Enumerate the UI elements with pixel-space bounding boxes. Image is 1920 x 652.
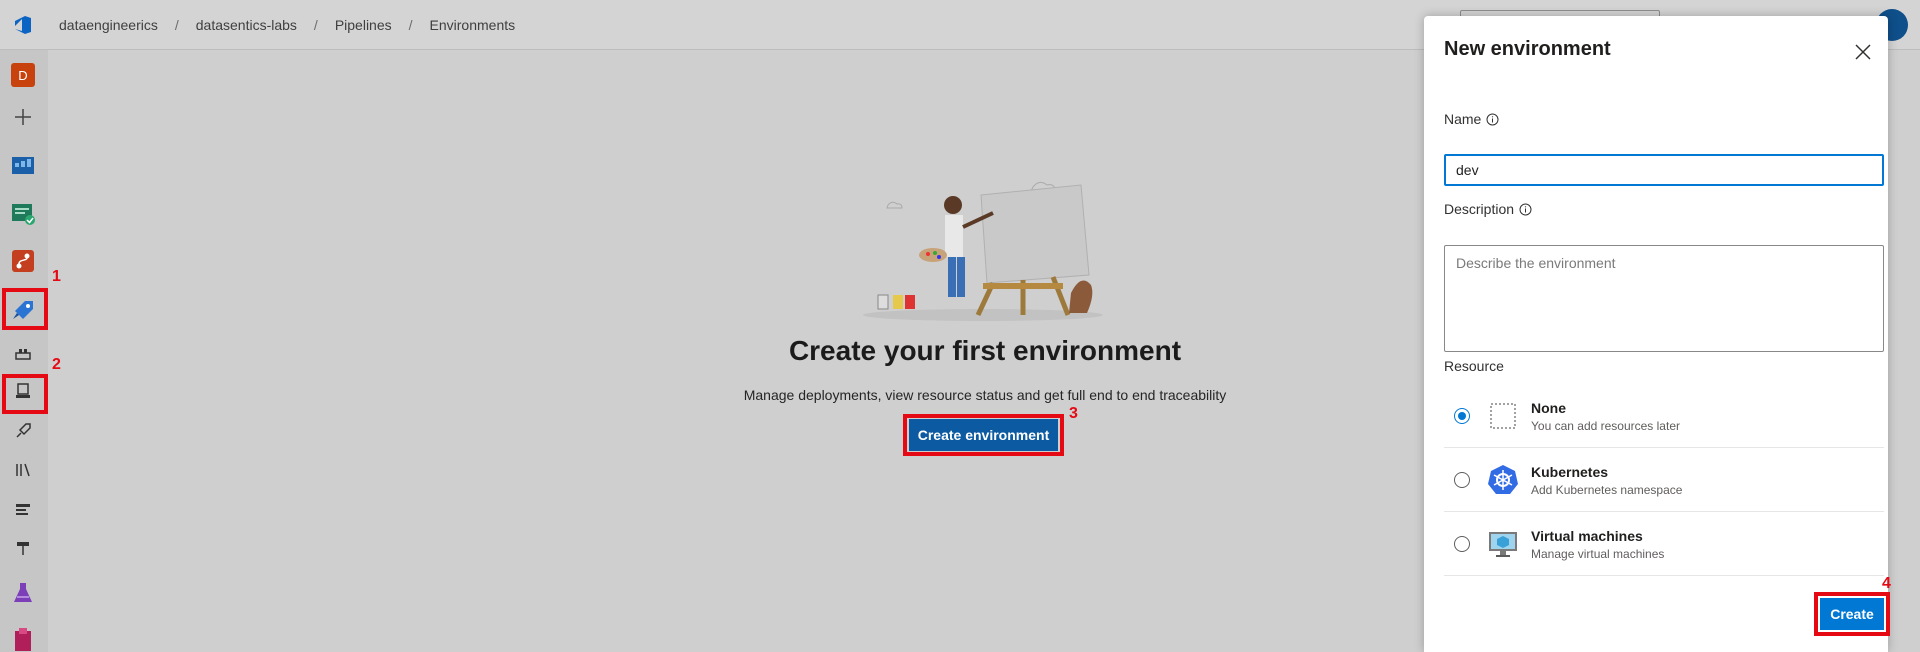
resource-label-text: Resource [1444,358,1504,374]
name-label: Name [1444,111,1499,127]
highlight-box-environments [2,374,48,414]
kubernetes-icon [1487,464,1519,496]
boards-icon[interactable] [10,152,36,178]
create-environment-button[interactable]: Create environment [909,419,1058,451]
deployment-icon[interactable] [10,535,36,561]
test-icon[interactable] [10,580,36,606]
create-button[interactable]: Create [1820,598,1884,630]
radio-none[interactable] [1454,408,1470,424]
resource-option-virtual-machines[interactable]: Virtual machines Manage virtual machines [1444,512,1884,576]
annotation-number-2: 2 [52,356,61,373]
resource-description: You can add resources later [1531,419,1680,433]
annotation-number-3: 3 [1069,405,1078,422]
radio-kubernetes[interactable] [1454,472,1470,488]
test-plans-icon[interactable] [10,200,36,226]
annotation-number-4: 4 [1882,575,1891,592]
breadcrumb-separator: / [408,17,413,33]
name-label-text: Name [1444,111,1482,127]
breadcrumb: dataengineerics / datasentics-labs / Pip… [59,17,515,33]
breadcrumb-pipelines[interactable]: Pipelines [335,17,392,33]
info-icon[interactable] [1519,203,1532,216]
empty-resource-icon [1487,400,1519,432]
description-label: Description [1444,201,1532,217]
repos-icon[interactable] [10,248,36,274]
breadcrumb-organization[interactable]: dataengineerics [59,17,158,33]
empty-state-subtitle: Manage deployments, view resource status… [743,387,1227,403]
name-input[interactable] [1444,154,1884,186]
description-textarea[interactable] [1444,245,1884,352]
resource-option-kubernetes[interactable]: Kubernetes Add Kubernetes namespace [1444,448,1884,512]
deployment-groups-icon[interactable] [10,340,36,366]
breadcrumb-separator: / [313,17,318,33]
close-icon[interactable] [1851,40,1875,64]
resource-name: None [1531,400,1566,416]
empty-state-title: Create your first environment [788,335,1182,366]
left-nav-rail: D [0,50,48,652]
task-groups-icon[interactable] [10,496,36,522]
resource-description: Manage virtual machines [1531,547,1665,561]
breadcrumb-environments[interactable]: Environments [430,17,516,33]
empty-state-illustration [853,165,1113,325]
releases-icon[interactable] [10,418,36,444]
annotation-number-1: 1 [52,268,61,285]
resource-description: Add Kubernetes namespace [1531,483,1683,497]
breadcrumb-project[interactable]: datasentics-labs [196,17,297,33]
azure-devops-logo[interactable] [12,14,34,36]
resource-label: Resource [1444,358,1504,374]
description-label-text: Description [1444,201,1515,217]
virtual-machine-icon [1487,528,1519,560]
artifacts-icon[interactable] [10,626,36,652]
library-icon[interactable] [10,457,36,483]
highlight-box-pipelines [2,288,48,330]
info-icon[interactable] [1486,113,1499,126]
project-avatar-letter: D [11,63,35,87]
project-avatar[interactable]: D [10,62,36,88]
resource-name: Virtual machines [1531,528,1643,544]
resource-option-none[interactable]: None You can add resources later [1444,384,1884,448]
breadcrumb-separator: / [174,17,179,33]
new-environment-panel: New environment Name Description Resourc… [1424,16,1888,652]
panel-title: New environment [1444,38,1611,60]
radio-virtual-machines[interactable] [1454,536,1470,552]
resource-name: Kubernetes [1531,464,1609,480]
plus-icon[interactable] [10,104,36,130]
